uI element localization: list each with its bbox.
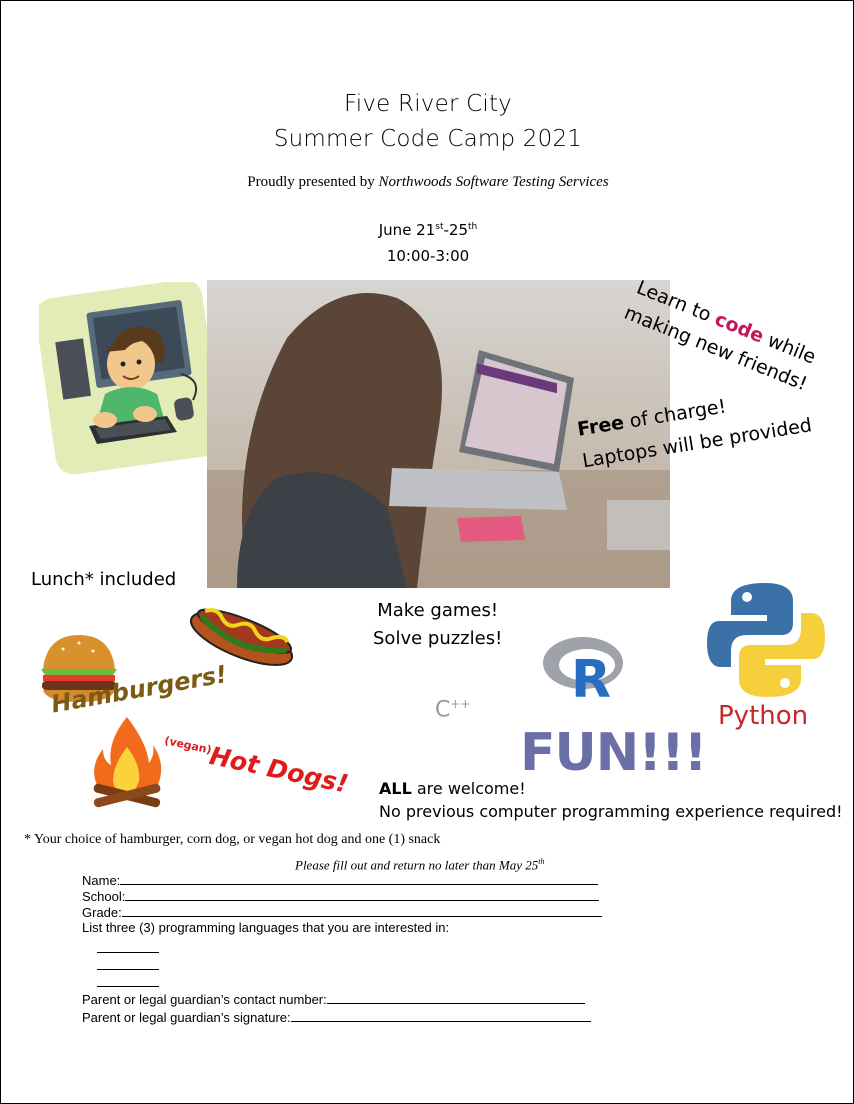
r-logo-icon: R — [543, 637, 623, 701]
presenter-name: Northwoods Software Testing Services — [378, 174, 609, 190]
cpp-logo: C++ — [435, 697, 470, 722]
python-logo-icon — [707, 583, 825, 697]
signature-field[interactable] — [290, 1009, 591, 1022]
date-end-sup: th — [468, 222, 478, 232]
return-note: Please fill out and return no later than… — [295, 857, 544, 873]
school-label: School: — [82, 889, 126, 904]
no-experience-line: No previous computer programming experie… — [379, 802, 843, 821]
event-time: 10:00-3:00 — [386, 247, 470, 265]
make-games: Make games! — [377, 600, 499, 621]
event-dates: June 21st-25th 10:00-3:00 — [1, 214, 853, 269]
school-row: School: — [82, 888, 602, 904]
languages-prompt: List three (3) programming languages tha… — [82, 920, 450, 935]
hot-dogs-label: Hot Dogs! — [206, 741, 351, 799]
lunch-footnote: * Your choice of hamburger, corn dog, or… — [24, 832, 441, 847]
solve-puzzles: Solve puzzles! — [373, 628, 503, 649]
python-label: Python — [718, 701, 809, 731]
games-callout: Make games! Solve puzzles! — [373, 597, 502, 653]
signature-row: Parent or legal guardian’s signature: — [82, 1009, 602, 1025]
return-note-sup: th — [538, 857, 545, 866]
fun-label: FUN!!! — [520, 723, 707, 783]
free-word: Free — [575, 411, 626, 441]
registration-form: Name: School: Grade: List three (3) prog… — [82, 872, 602, 1025]
title-line-1: Five River City — [344, 91, 512, 117]
contact-field[interactable] — [326, 991, 585, 1004]
signature-label: Parent or legal guardian’s signature: — [82, 1010, 291, 1025]
page-title: Five River City Summer Code Camp 2021 — [1, 87, 853, 157]
presented-by: Proudly presented by Northwoods Software… — [1, 174, 853, 191]
contact-row: Parent or legal guardian’s contact numbe… — [82, 991, 602, 1007]
name-field[interactable] — [120, 872, 599, 885]
date-start-sup: st — [435, 222, 444, 232]
school-field[interactable] — [125, 888, 600, 901]
date-start: June 21 — [378, 221, 436, 239]
welcome-line-1: ALL are welcome! — [379, 777, 843, 800]
contact-label: Parent or legal guardian’s contact numbe… — [82, 992, 327, 1007]
r-letter: R — [571, 650, 611, 701]
date-sep: -25 — [443, 221, 469, 239]
language-field-1[interactable] — [97, 936, 159, 953]
welcome-rest: are welcome! — [411, 779, 526, 798]
grade-field[interactable] — [121, 904, 602, 917]
kid-at-computer-icon — [39, 282, 223, 474]
grade-label: Grade: — [82, 905, 122, 920]
title-line-2: Summer Code Camp 2021 — [273, 126, 583, 152]
presented-prefix: Proudly presented by — [247, 174, 379, 190]
all-word: ALL — [379, 779, 412, 798]
name-label: Name: — [82, 873, 121, 888]
cpp-letter: C — [435, 697, 451, 723]
name-row: Name: — [82, 872, 602, 888]
vegan-label: (vegan) — [163, 734, 213, 757]
return-note-text: Please fill out and return no later than… — [295, 857, 539, 873]
flyer-page: Five River City Summer Code Camp 2021 Pr… — [0, 0, 854, 1104]
date-range: June 21st-25th — [1, 214, 853, 243]
lunch-callout: Lunch* included — [31, 569, 177, 590]
language-field-3[interactable] — [97, 970, 159, 987]
grade-row: Grade: — [82, 904, 602, 920]
cpp-plus: ++ — [450, 697, 471, 711]
welcome-callout: ALL are welcome! No previous computer pr… — [379, 777, 843, 823]
language-field-2[interactable] — [97, 953, 159, 970]
campfire-icon — [93, 717, 162, 808]
